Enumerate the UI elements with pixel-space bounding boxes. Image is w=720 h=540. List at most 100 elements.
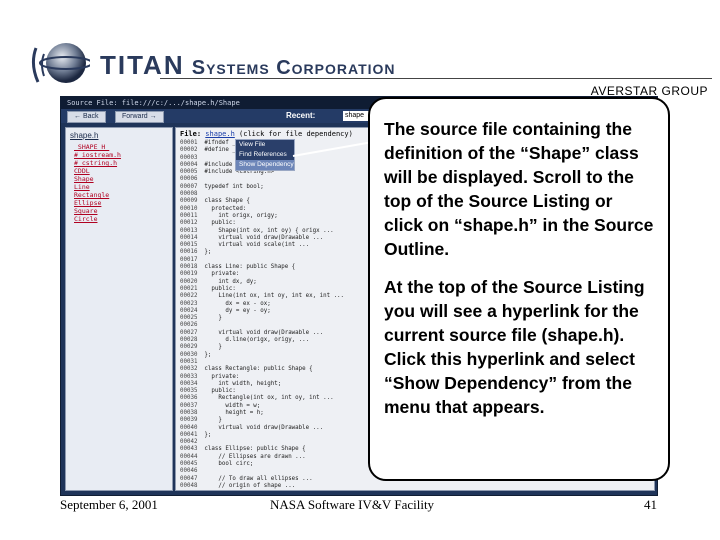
titan-globe-logo <box>31 43 90 83</box>
line-number: 00036 <box>180 395 198 402</box>
code-text: protected: <box>197 205 247 212</box>
line-number: 00043 <box>180 446 198 453</box>
code-text: public: <box>197 285 236 292</box>
callout-paragraph-2: At the top of the Source Listing you wil… <box>384 277 645 417</box>
context-menu-item[interactable]: View File <box>236 140 294 150</box>
line-number: 00028 <box>180 337 198 344</box>
code-text: int dx, dy; <box>197 278 257 285</box>
page-number: 41 <box>644 497 657 512</box>
line-number: 00042 <box>180 439 198 446</box>
outline-file-link[interactable]: shape.h <box>66 128 172 143</box>
line-number: 00047 <box>180 475 198 482</box>
line-number: 00012 <box>180 220 198 227</box>
file-label: File: <box>180 130 202 138</box>
file-hyperlink[interactable]: shape.h <box>205 130 235 138</box>
outline-item[interactable]: Line <box>66 183 172 191</box>
context-menu-item[interactable]: Show Dependency <box>236 160 294 170</box>
back-button[interactable]: ← Back <box>67 111 106 123</box>
code-text: class Shape { <box>197 198 250 205</box>
code-text: width = w; <box>197 402 261 409</box>
line-number: 00045 <box>180 461 198 468</box>
code-text: } <box>197 315 222 322</box>
outline-item[interactable]: Circle <box>66 215 172 223</box>
outline-item[interactable]: Ellipse <box>66 199 172 207</box>
callout-paragraph-1: The source file containing the definitio… <box>384 119 654 259</box>
code-text: height = h; <box>197 409 264 416</box>
code-text: dx = ex - ox; <box>197 300 271 307</box>
line-number: 00040 <box>180 424 198 431</box>
code-text: Rectangle(int ox, int oy, int ... <box>197 395 334 402</box>
line-number: 00038 <box>180 409 198 416</box>
code-text: } <box>197 417 222 424</box>
line-number: 00003 <box>180 154 198 161</box>
company-logo-text: TITAN Systems Corporation <box>100 50 396 81</box>
outline-item[interactable]: # iostream.h <box>66 151 172 159</box>
line-number: 00004 <box>180 161 198 168</box>
code-text: }; <box>197 351 212 358</box>
line-number: 00001 <box>180 140 198 146</box>
line-number: 00023 <box>180 300 198 307</box>
code-text: typedef int bool; <box>197 183 264 190</box>
line-number: 00007 <box>180 183 198 190</box>
instruction-callout: The source file containing the definitio… <box>368 97 670 481</box>
line-number: 00013 <box>180 227 198 234</box>
code-text: virtual void draw(Drawable ... <box>197 234 324 241</box>
line-number: 00005 <box>180 169 198 176</box>
recent-label: Recent: <box>286 111 316 120</box>
line-number: 00049 <box>180 490 197 491</box>
line-number: 00017 <box>180 256 198 263</box>
code-text: int width, height; <box>197 380 282 387</box>
line-number: 00032 <box>180 366 198 373</box>
outline-item[interactable]: # cstring.h <box>66 159 172 167</box>
code-text: // size by the formula ... <box>197 490 309 491</box>
code-text: class Rectangle: public Shape { <box>197 366 313 373</box>
code-text: bool circ; <box>197 461 254 468</box>
code-text: }; <box>197 249 212 256</box>
logo-sub: Systems Corporation <box>191 57 396 79</box>
forward-button[interactable]: Forward → <box>115 111 164 123</box>
source-outline-panel: shape.h _SHAPE_H_ # iostream.h # cstring.h… <box>65 127 173 491</box>
header-divider <box>160 78 712 79</box>
line-number: 00002 <box>180 147 198 154</box>
code-text: class Ellipse: public Shape { <box>197 446 306 453</box>
line-number: 00044 <box>180 453 198 460</box>
line-number: 00033 <box>180 373 198 380</box>
context-menu-item[interactable]: Find References <box>236 150 294 160</box>
footer-organization: NASA Software IV&V Facility <box>270 497 435 512</box>
code-text: virtual void scale(int ... <box>197 242 310 249</box>
code-text: Shape(int ox, int oy) { origx ... <box>197 227 334 234</box>
outline-item[interactable]: Square <box>66 207 172 215</box>
code-text: virtual void draw(Drawable ... <box>197 329 324 336</box>
outline-item[interactable]: _SHAPE_H_ <box>66 143 172 151</box>
line-number: 00035 <box>180 388 198 395</box>
line-number: 00029 <box>180 344 198 351</box>
line-number: 00031 <box>180 358 198 365</box>
line-number: 00048 <box>180 482 198 489</box>
line-number: 00024 <box>180 307 198 314</box>
line-number: 00041 <box>180 431 198 438</box>
logo-main: TITAN <box>100 50 185 80</box>
line-number: 00009 <box>180 198 198 205</box>
context-menu: View File Find References Show Dependency <box>235 139 295 171</box>
line-number: 00016 <box>180 249 198 256</box>
line-number: 00019 <box>180 271 198 278</box>
line-number: 00026 <box>180 322 198 329</box>
line-number: 00010 <box>180 205 198 212</box>
code-text: Line(int ox, int oy, int ex, int ... <box>197 293 345 300</box>
outline-item[interactable]: Rectangle <box>66 191 172 199</box>
code-text: class Line: public Shape { <box>197 264 296 271</box>
line-number: 00034 <box>180 380 198 387</box>
code-line: 00049 // size by the formula ... <box>176 490 654 491</box>
code-text: d.line(origx, origy, ... <box>197 337 310 344</box>
line-number: 00022 <box>180 293 198 300</box>
outline-item[interactable]: Shape <box>66 175 172 183</box>
line-number: 00018 <box>180 264 198 271</box>
outline-item[interactable]: CDDL <box>66 167 172 175</box>
